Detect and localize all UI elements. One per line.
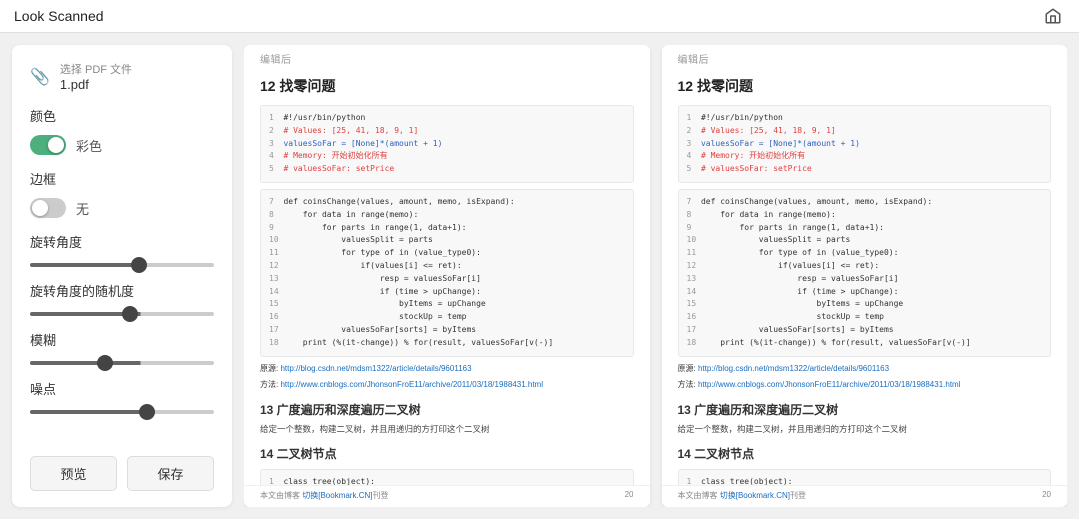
border-toggle[interactable] — [30, 198, 66, 218]
file-info: 选择 PDF 文件 1.pdf — [60, 61, 132, 92]
settings-panel: 📎 选择 PDF 文件 1.pdf 颜色 彩色 边框 无 — [12, 45, 232, 507]
file-select-label: 选择 PDF 文件 — [60, 61, 132, 77]
main-layout: 📎 选择 PDF 文件 1.pdf 颜色 彩色 边框 无 — [0, 33, 1079, 519]
panel-1-heading1: 12 找零问题 — [260, 76, 634, 97]
panel-1-page: 20 — [625, 490, 634, 501]
blur-label: 模糊 — [30, 330, 214, 349]
panel-2-footer: 本文由博客 切换[Bookmark.CN]刊登 20 — [662, 485, 1068, 507]
rotation-angle-section: 旋转角度 — [30, 232, 214, 267]
panel-2-code2: 7 def coinsChange(values, amount, memo, … — [678, 189, 1052, 357]
panel-2-heading1: 12 找零问题 — [678, 76, 1052, 97]
noise-section: 噪点 — [30, 379, 214, 414]
paperclip-icon: 📎 — [30, 67, 50, 87]
rotation-random-slider[interactable] — [30, 312, 214, 316]
panel-1-heading3: 14 二叉树节点 — [260, 445, 634, 463]
panel-1-code1: 1 #!/usr/bin/python 2 # Values: [25, 41,… — [260, 105, 634, 183]
file-name: 1.pdf — [60, 77, 132, 92]
action-buttons: 预览 保存 — [30, 456, 214, 491]
topbar: Look Scanned — [0, 0, 1079, 33]
panel-1-code2: 7 def coinsChange(values, amount, memo, … — [260, 189, 634, 357]
color-toggle-row: 彩色 — [30, 135, 214, 155]
rotation-random-section: 旋转角度的随机度 — [30, 281, 214, 316]
rotation-angle-slider[interactable] — [30, 263, 214, 267]
panel-2-code3: 1 class tree(object): 2 def __init__(sel… — [678, 469, 1052, 485]
panel-1-translate: 方法: http://www.cnblogs.com/JhonsonFroE11… — [260, 379, 634, 391]
color-label: 颜色 — [30, 106, 214, 125]
border-toggle-row: 无 — [30, 198, 214, 218]
panel-2-page: 20 — [1042, 490, 1051, 501]
panel-2-translate-url: http://www.cnblogs.com/JhonsonFroE11/arc… — [698, 380, 961, 389]
panel-2-code1: 1 #!/usr/bin/python 2 # Values: [25, 41,… — [678, 105, 1052, 183]
panel-1-heading2: 13 广度遍历和深度遍历二叉树 — [260, 401, 634, 419]
panel-2-translate-label: 方法: — [678, 380, 698, 389]
border-label: 边框 — [30, 169, 214, 188]
panel-2-translate: 方法: http://www.cnblogs.com/JhonsonFroE11… — [678, 379, 1052, 391]
panel-1-bookmark-link[interactable]: 切换[Bookmark.CN] — [302, 491, 372, 500]
color-setting: 颜色 彩色 — [30, 106, 214, 155]
blur-slider[interactable] — [30, 361, 214, 365]
panel-1-source-label: 原源: — [260, 364, 280, 373]
panel-2-bookmark-link[interactable]: 切换[Bookmark.CN] — [720, 491, 790, 500]
panel-1-content: 12 找零问题 1 #!/usr/bin/python 2 # Values: … — [244, 68, 650, 485]
panel-2-footer-text: 本文由博客 切换[Bookmark.CN]刊登 — [678, 490, 806, 501]
panel-2-heading3: 14 二叉树节点 — [678, 445, 1052, 463]
border-toggle-label: 无 — [76, 199, 89, 218]
preview-area: 编辑后 12 找零问题 1 #!/usr/bin/python 2 # Valu… — [244, 45, 1067, 507]
rotation-random-label: 旋转角度的随机度 — [30, 281, 214, 300]
save-button[interactable]: 保存 — [127, 456, 214, 491]
border-setting: 边框 无 — [30, 169, 214, 218]
panel-1-translate-url: http://www.cnblogs.com/JhonsonFroE11/arc… — [280, 380, 543, 389]
home-icon — [1044, 7, 1062, 25]
color-toggle-knob — [48, 137, 64, 153]
blur-section: 模糊 — [30, 330, 214, 365]
panel-1-tag: 编辑后 — [244, 45, 650, 68]
panel-1-translate-label: 方法: — [260, 380, 280, 389]
panel-2-source-label: 原源: — [678, 364, 698, 373]
home-button[interactable] — [1041, 4, 1065, 28]
panel-2-heading2: 13 广度遍历和深度遍历二叉树 — [678, 401, 1052, 419]
panel-1-footer-text: 本文由博客 切换[Bookmark.CN]刊登 — [260, 490, 388, 501]
noise-label: 噪点 — [30, 379, 214, 398]
border-toggle-knob — [32, 200, 48, 216]
panel-2-desc2: 给定一个整数，构建二叉树，并且用递归的方打印这个二叉树 — [678, 423, 1052, 436]
panel-1-source: 原源: http://blog.csdn.net/mdsm1322/articl… — [260, 363, 634, 375]
preview-button[interactable]: 预览 — [30, 456, 117, 491]
panel-1-code3: 1 class tree(object): 2 def __init__(sel… — [260, 469, 634, 485]
panel-2-source: 原源: http://blog.csdn.net/mdsm1322/articl… — [678, 363, 1052, 375]
panel-1-desc2: 给定一个整数，构建二叉树，并且用递归的方打印这个二叉树 — [260, 423, 634, 436]
panel-2-source-url: http://blog.csdn.net/mdsm1322/article/de… — [698, 364, 889, 373]
panel-1-source-url: http://blog.csdn.net/mdsm1322/article/de… — [280, 364, 471, 373]
file-select-row[interactable]: 📎 选择 PDF 文件 1.pdf — [30, 61, 214, 92]
panel-2-tag: 编辑后 — [662, 45, 1068, 68]
noise-slider[interactable] — [30, 410, 214, 414]
panel-2-content: 12 找零问题 1 #!/usr/bin/python 2 # Values: … — [662, 68, 1068, 485]
preview-panel-1: 编辑后 12 找零问题 1 #!/usr/bin/python 2 # Valu… — [244, 45, 650, 507]
rotation-angle-label: 旋转角度 — [30, 232, 214, 251]
color-toggle[interactable] — [30, 135, 66, 155]
color-toggle-label: 彩色 — [76, 136, 102, 155]
app-title: Look Scanned — [14, 8, 104, 24]
preview-panel-2: 编辑后 12 找零问题 1 #!/usr/bin/python 2 # Valu… — [662, 45, 1068, 507]
panel-1-footer: 本文由博客 切换[Bookmark.CN]刊登 20 — [244, 485, 650, 507]
